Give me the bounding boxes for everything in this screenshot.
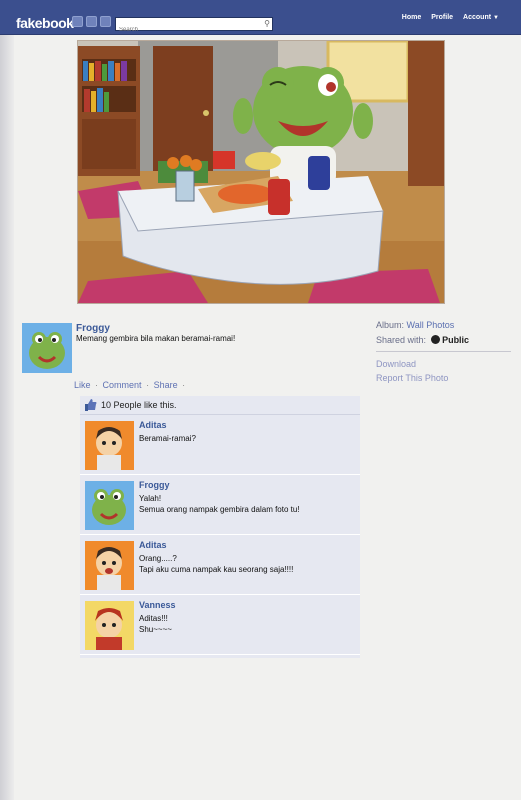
top-nav-links: Home Profile Account ▼ (402, 14, 499, 21)
photo-bowl (245, 152, 281, 170)
photo-fries-box (213, 151, 235, 169)
photo-book (115, 63, 120, 81)
commenter-avatar[interactable] (85, 601, 134, 650)
vanness-avatar-art (85, 601, 134, 650)
froggy-avatar-art (22, 323, 72, 373)
aditas-avatar-art (85, 541, 134, 590)
nav-account-menu[interactable]: Account ▼ (463, 14, 499, 21)
action-separator: · (146, 380, 150, 390)
photo-book (108, 61, 114, 81)
post-author-avatar[interactable] (22, 323, 72, 373)
photo-door-knob (203, 110, 209, 116)
photo-book (91, 91, 96, 112)
page-binding-edge (0, 0, 14, 800)
photo-book (83, 61, 88, 81)
comment-text: Orang.....? Tapi aku cuma nampak kau seo… (139, 554, 294, 574)
thumbs-up-icon[interactable] (85, 399, 97, 411)
photo-book (121, 61, 127, 81)
sidebar-divider (376, 351, 511, 352)
comment-text: Beramai-ramai? (139, 434, 196, 443)
globe-icon (430, 335, 440, 344)
post-actions: Like · Comment · Share · (74, 380, 187, 390)
commenter-name[interactable]: Aditas (139, 420, 167, 430)
album-label: Album: (376, 320, 405, 330)
comment-text: Yalah! Semua orang nampak gembira dalam … (139, 494, 300, 514)
photo-book (89, 63, 94, 81)
photo-cabinet (82, 119, 136, 169)
search-box: ⚲ (115, 17, 273, 36)
top-navigation-bar: fakebook ⚲ Home Profile Account▼ (0, 0, 521, 36)
privacy-public-label[interactable]: Public (442, 335, 469, 345)
download-link[interactable]: Download (376, 359, 511, 369)
nav-home-link[interactable]: Home (402, 14, 421, 21)
photo-right-cabinet (408, 41, 444, 186)
share-link[interactable]: Share (154, 380, 178, 390)
photo-pizza (218, 184, 274, 204)
froggy-avatar-art (85, 481, 134, 530)
photo-food-ball (190, 159, 202, 171)
shared-label: Shared with: (376, 335, 427, 345)
photo-glass (175, 170, 195, 202)
photo-frog-pupil (326, 82, 336, 92)
like-link[interactable]: Like (74, 380, 91, 390)
commenter-avatar[interactable] (85, 421, 134, 470)
aditas-avatar-art (85, 421, 134, 470)
search-icon[interactable]: ⚲ (264, 18, 270, 30)
commenter-avatar[interactable] (85, 481, 134, 530)
commenter-name[interactable]: Vanness (139, 600, 176, 610)
nav-profile-link[interactable]: Profile (431, 14, 453, 21)
photo-soda-can-blue (308, 156, 330, 190)
photo-book (102, 64, 107, 81)
site-logo[interactable]: fakebook (16, 15, 74, 31)
photo-food-ball (167, 157, 179, 169)
photo-book (95, 61, 101, 81)
comments-panel: 10 People like this. Aditas Beramai-rama… (80, 396, 360, 658)
comment-item: Aditas Beramai-ramai? (80, 415, 360, 475)
comment-item: Aditas Orang.....? Tapi aku cuma nampak … (80, 535, 360, 595)
shared-row: Shared with: Public (376, 335, 511, 345)
post-caption: Memang gembira bila makan beramai-ramai! (76, 334, 236, 343)
notification-icons (72, 16, 111, 27)
photo-book (97, 88, 103, 112)
photo-door (153, 46, 213, 171)
photo-illustration (78, 41, 444, 303)
report-photo-link[interactable]: Report This Photo (376, 373, 511, 383)
search-input[interactable] (116, 24, 257, 36)
album-row: Album: Wall Photos (376, 320, 511, 330)
comment-item: Froggy Yalah! Semua orang nampak gembira… (80, 475, 360, 535)
photo-book (84, 89, 90, 112)
likes-row: 10 People like this. (80, 396, 360, 415)
action-separator: · (182, 380, 186, 390)
likes-count-text[interactable]: 10 People like this. (101, 400, 177, 410)
chevron-down-icon: ▼ (493, 15, 499, 21)
friend-requests-icon[interactable] (72, 16, 83, 27)
post-photo[interactable] (77, 40, 445, 304)
comment-text: Aditas!!! Shu~~~~ (139, 614, 172, 634)
commenter-name[interactable]: Aditas (139, 540, 167, 550)
post-author-name[interactable]: Froggy (76, 323, 110, 334)
messages-icon[interactable] (86, 16, 97, 27)
photo-book (104, 92, 109, 112)
photo-soda-can-red (268, 179, 290, 215)
photo-frog-arm-left (233, 98, 253, 134)
nav-account-label: Account (463, 14, 492, 21)
commenter-avatar[interactable] (85, 541, 134, 590)
notifications-icon[interactable] (100, 16, 111, 27)
commenter-name[interactable]: Froggy (139, 480, 170, 490)
action-separator: · (95, 380, 99, 390)
photo-sidebar: Album: Wall Photos Shared with: Public D… (376, 320, 511, 387)
comment-item: Vanness Aditas!!! Shu~~~~ (80, 595, 360, 655)
comment-link[interactable]: Comment (103, 380, 142, 390)
album-link[interactable]: Wall Photos (407, 320, 455, 330)
photo-frog-arm-right (353, 103, 373, 139)
